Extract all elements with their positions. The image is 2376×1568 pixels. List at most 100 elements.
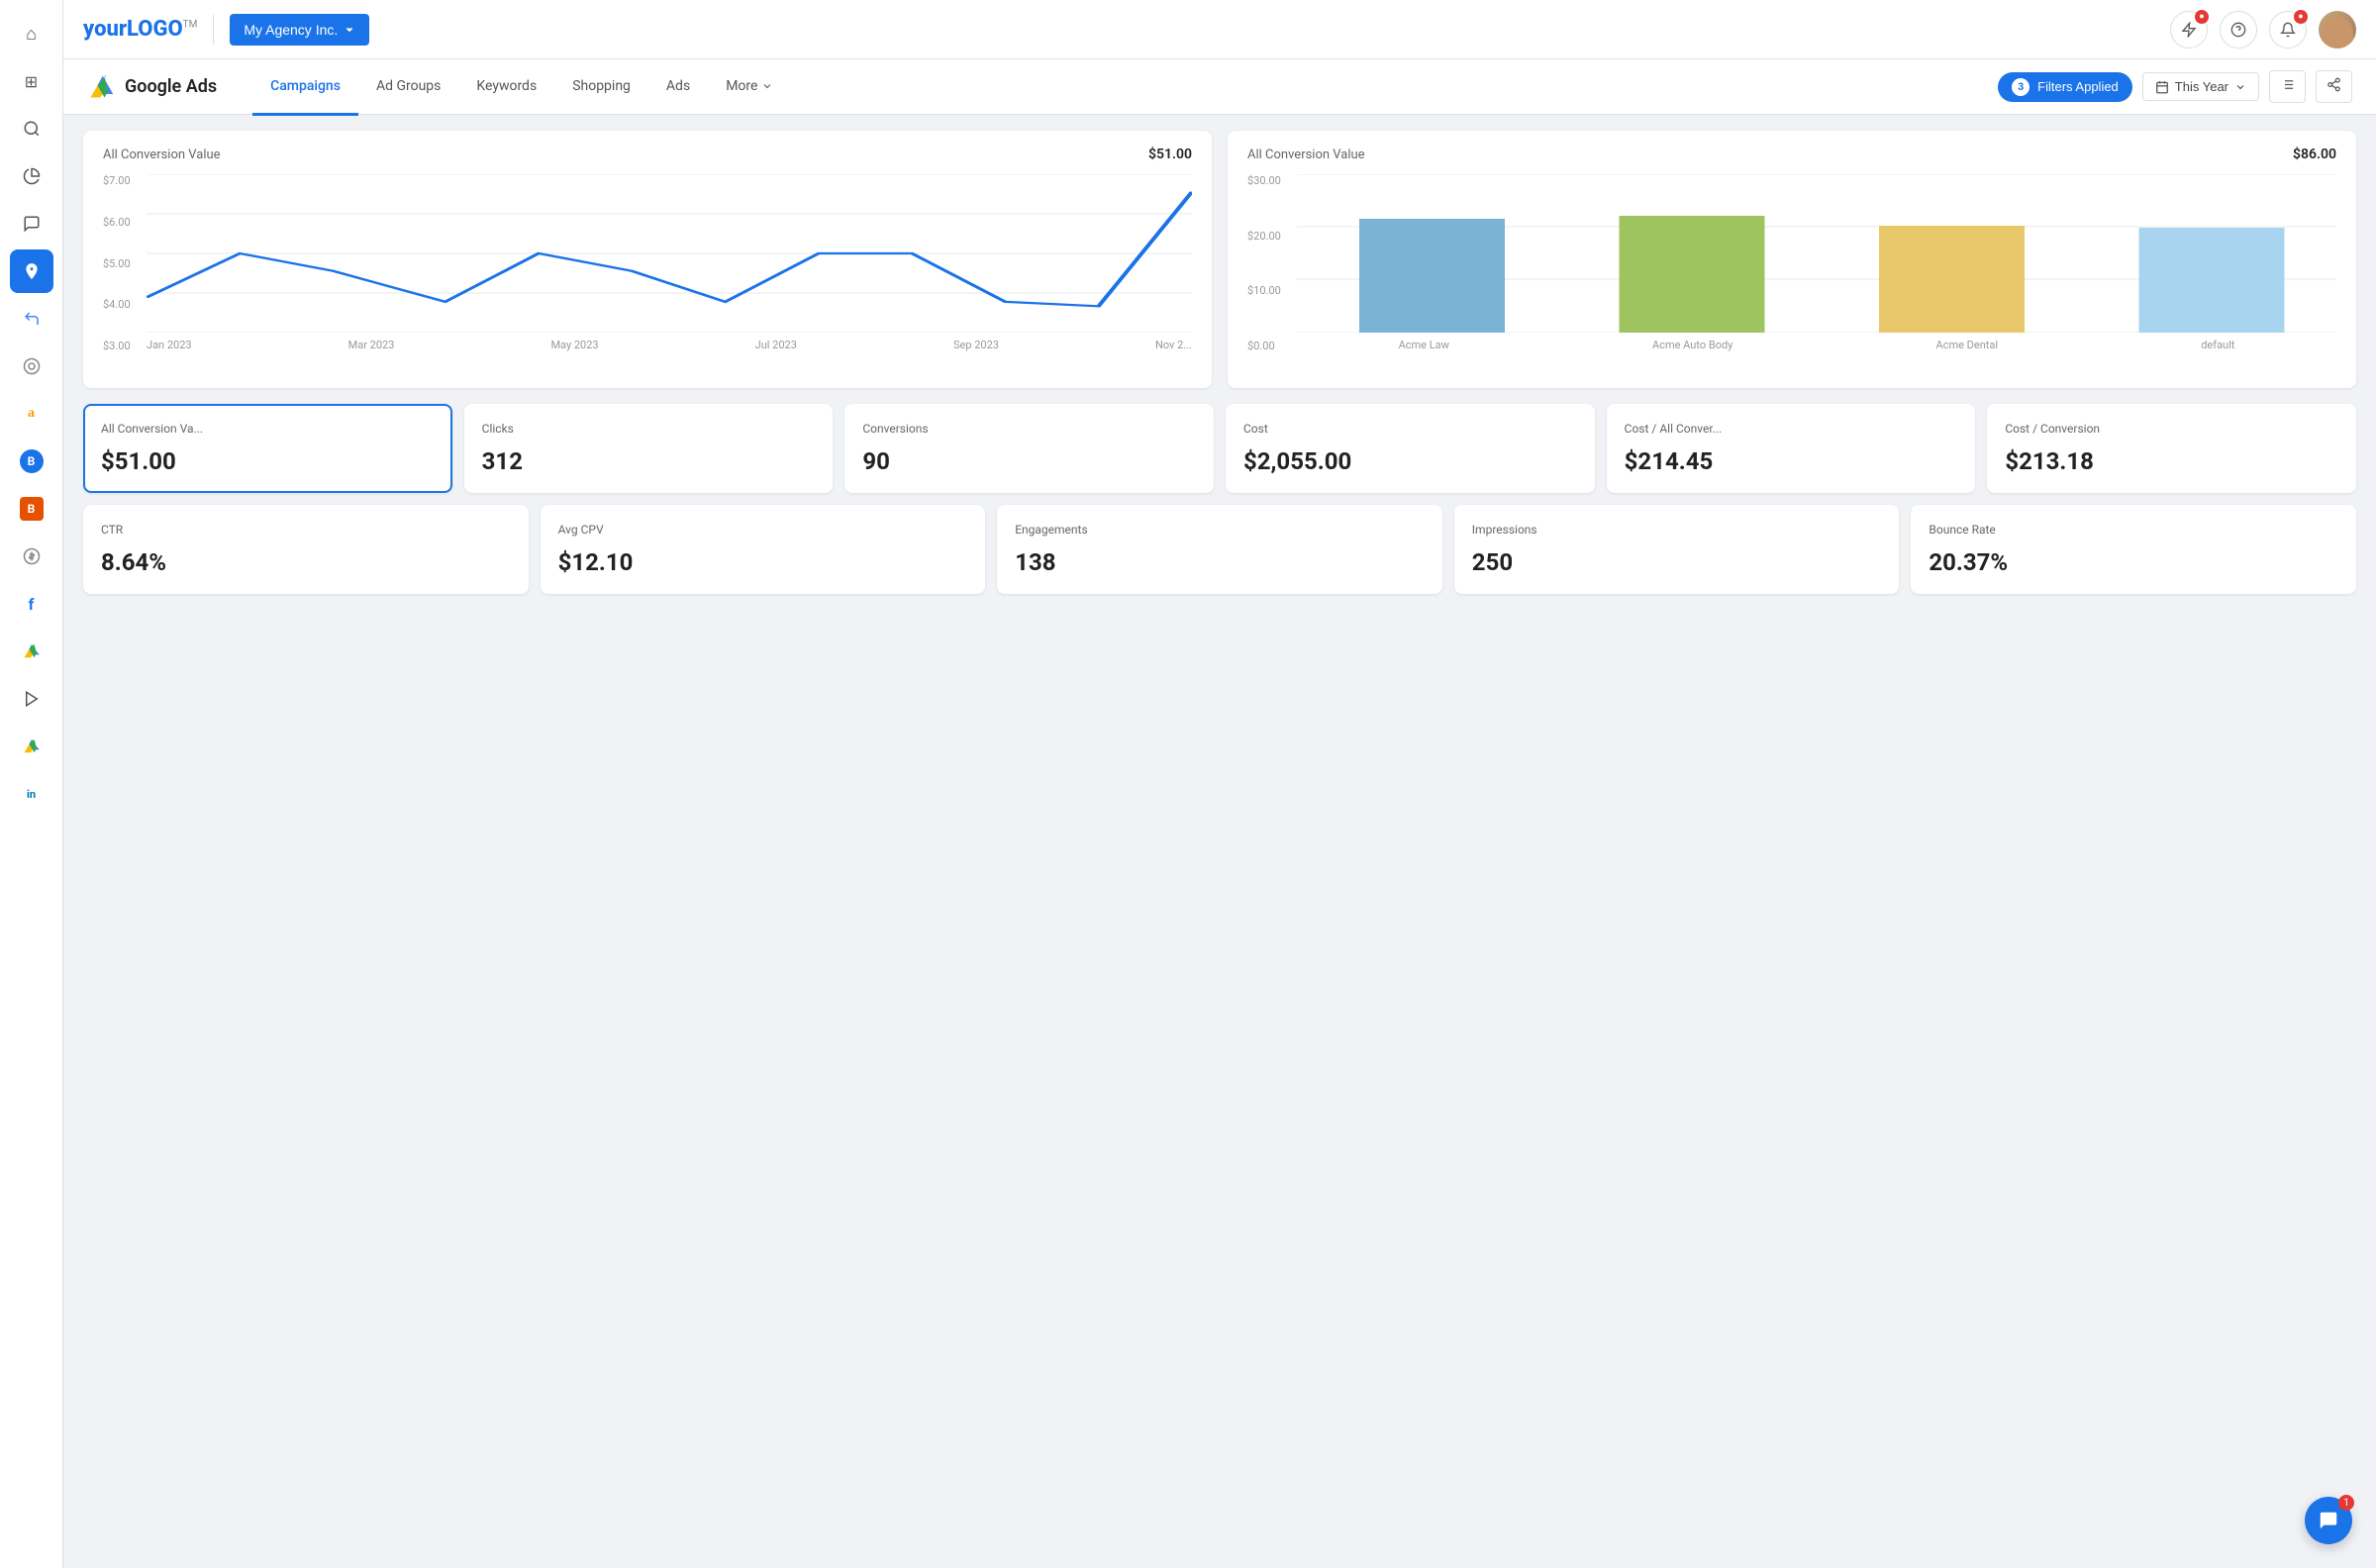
line-chart-title: All Conversion Value (103, 147, 221, 162)
tab-shopping[interactable]: Shopping (554, 60, 648, 116)
sidebar: ⌂ ⊞ a B B f in (0, 0, 63, 1568)
metric-card-0[interactable]: All Conversion Va... $51.00 (83, 404, 452, 493)
metric-value-5: $213.18 (2005, 447, 2338, 475)
bar-default[interactable] (2139, 228, 2285, 333)
lightning-icon (2181, 22, 2197, 38)
filters-label: Filters Applied (2037, 79, 2119, 94)
sidebar-item-arrow[interactable] (10, 297, 53, 341)
sidebar-item-facebook[interactable]: f (10, 582, 53, 626)
date-chevron-icon (2234, 81, 2246, 93)
sidebar-item-coin[interactable] (10, 535, 53, 578)
sidebar-item-search[interactable] (10, 107, 53, 150)
lightning-badge: ● (2195, 10, 2209, 24)
y-label-2: $6.00 (103, 216, 131, 229)
metric-card-4[interactable]: Cost / All Conver... $214.45 (1607, 404, 1976, 493)
sidebar-item-b2[interactable]: B (10, 487, 53, 531)
y-label-3: $5.00 (103, 257, 131, 270)
metric-value-2: 90 (862, 447, 1196, 475)
sidebar-item-b1[interactable]: B (10, 440, 53, 483)
chevron-down-icon (344, 24, 355, 36)
bar-y-axis-labels: $30.00 $20.00 $10.00 $0.00 (1247, 174, 1281, 352)
metric-card-2-0[interactable]: CTR 8.64% (83, 505, 529, 594)
metric2-value-0: 8.64% (101, 548, 511, 576)
sidebar-item-linkedin[interactable]: in (10, 772, 53, 816)
tab-more[interactable]: More (708, 60, 791, 116)
metric-value-4: $214.45 (1625, 447, 1958, 475)
metric-label-5: Cost / Conversion (2005, 422, 2338, 436)
metric-label-2: Conversions (862, 422, 1196, 436)
sidebar-item-home[interactable]: ⌂ (10, 12, 53, 55)
metric2-value-1: $12.10 (558, 548, 968, 576)
bar-x-labels: Acme Law Acme Auto Body Acme Dental defa… (1297, 339, 2336, 351)
metric-card-1[interactable]: Clicks 312 (464, 404, 834, 493)
bar-x-label-3: Acme Dental (1936, 339, 1999, 351)
bar-y-label-4: $0.00 (1247, 340, 1281, 352)
bar-chart-svg (1297, 174, 2336, 333)
tab-ads[interactable]: Ads (648, 60, 708, 116)
tab-ad-groups[interactable]: Ad Groups (358, 60, 458, 116)
bar-acme-law[interactable] (1359, 219, 1505, 333)
content-area: Google Ads Campaigns Ad Groups Keywords … (63, 59, 2376, 1568)
more-chevron-icon (761, 80, 773, 92)
agency-label: My Agency Inc. (244, 22, 338, 38)
filters-button[interactable]: 3 Filters Applied (1998, 72, 2132, 102)
bar-acme-auto[interactable] (1620, 216, 1765, 333)
sidebar-item-play[interactable] (10, 677, 53, 721)
chat-badge: 1 (2338, 1495, 2354, 1511)
metric-card-2-1[interactable]: Avg CPV $12.10 (541, 505, 986, 594)
x-label-2: Mar 2023 (348, 339, 395, 351)
question-icon (2230, 22, 2246, 38)
columns-icon (2280, 77, 2295, 92)
sidebar-item-ring[interactable] (10, 344, 53, 388)
x-label-1: Jan 2023 (147, 339, 192, 351)
metric-card-3[interactable]: Cost $2,055.00 (1226, 404, 1595, 493)
columns-button[interactable] (2269, 70, 2306, 103)
metric2-value-4: 20.37% (1929, 548, 2338, 576)
agency-selector[interactable]: My Agency Inc. (230, 14, 369, 46)
lightning-button[interactable]: ● (2170, 11, 2208, 49)
metric-card-2-4[interactable]: Bounce Rate 20.37% (1911, 505, 2356, 594)
metric-label-3: Cost (1243, 422, 1577, 436)
metric-card-2-2[interactable]: Engagements 138 (997, 505, 1442, 594)
sidebar-item-grid[interactable]: ⊞ (10, 59, 53, 103)
sidebar-item-google-ads[interactable] (10, 630, 53, 673)
tab-keywords[interactable]: Keywords (458, 60, 554, 116)
date-label: This Year (2175, 79, 2228, 94)
metric-card-5[interactable]: Cost / Conversion $213.18 (1987, 404, 2356, 493)
notification-badge: ● (2294, 10, 2308, 24)
chat-bubble[interactable]: 1 (2305, 1497, 2352, 1544)
metric-card-2[interactable]: Conversions 90 (844, 404, 1214, 493)
user-avatar[interactable] (2319, 11, 2356, 49)
bar-chart-title: All Conversion Value (1247, 147, 1365, 162)
metric2-value-2: 138 (1015, 548, 1425, 576)
logo-area: yourLOGOTM (83, 17, 197, 42)
sidebar-item-comment[interactable] (10, 202, 53, 245)
bar-x-label-1: Acme Law (1399, 339, 1449, 351)
sidebar-item-pin[interactable] (10, 249, 53, 293)
metric2-label-0: CTR (101, 523, 511, 537)
share-icon (2326, 77, 2341, 92)
metric-value-1: 312 (482, 447, 816, 475)
bar-chart-value: $86.00 (2293, 147, 2336, 162)
sidebar-item-chart[interactable] (10, 154, 53, 198)
topnav-right: ● ● (2170, 11, 2356, 49)
sidebar-item-amazon[interactable]: a (10, 392, 53, 436)
notifications-button[interactable]: ● (2269, 11, 2307, 49)
y-label-5: $3.00 (103, 340, 131, 352)
metric-card-2-3[interactable]: Impressions 250 (1454, 505, 1900, 594)
sidebar-item-google-a2[interactable] (10, 725, 53, 768)
metrics-row-2: CTR 8.64% Avg CPV $12.10 Engagements 138… (83, 505, 2356, 594)
date-range-button[interactable]: This Year (2142, 72, 2259, 101)
help-button[interactable] (2220, 11, 2257, 49)
bar-acme-dental[interactable] (1879, 226, 2025, 333)
metric-label-4: Cost / All Conver... (1625, 422, 1958, 436)
logo-your: your (83, 17, 127, 42)
x-label-6: Nov 2... (1155, 339, 1192, 351)
x-label-4: Jul 2023 (755, 339, 797, 351)
filter-count-badge: 3 (2012, 78, 2030, 96)
metric-value-3: $2,055.00 (1243, 447, 1577, 475)
metric2-value-3: 250 (1472, 548, 1882, 576)
nav-divider (213, 15, 214, 45)
share-button[interactable] (2316, 70, 2352, 103)
tab-campaigns[interactable]: Campaigns (252, 60, 358, 116)
